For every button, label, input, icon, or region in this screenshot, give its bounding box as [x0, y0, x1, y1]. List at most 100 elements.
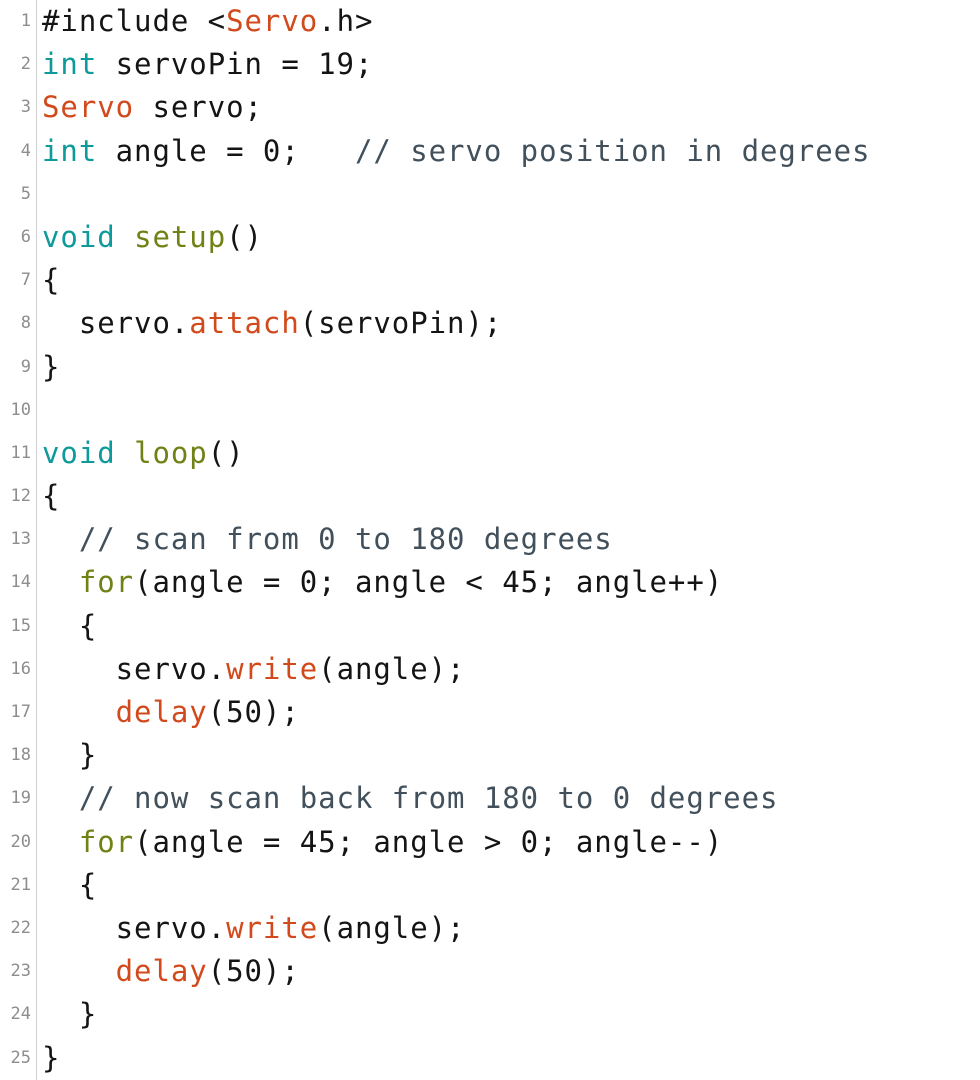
token-plain: (angle);: [318, 910, 466, 945]
code-line[interactable]: 15 {: [0, 605, 980, 648]
token-type: Servo: [226, 4, 319, 38]
line-code[interactable]: servo.write(angle);: [42, 907, 465, 950]
token-plain: servoPin = 19;: [97, 47, 374, 82]
token-plain: servo;: [134, 90, 263, 125]
token-call: attach: [189, 306, 300, 341]
code-line[interactable]: 7{: [0, 259, 980, 302]
line-code[interactable]: {: [42, 475, 60, 518]
line-code[interactable]: for(angle = 0; angle < 45; angle++): [42, 561, 723, 604]
token-call: delay: [115, 695, 208, 729]
token-plain: servo.: [42, 651, 227, 686]
line-code[interactable]: #include <Servo.h>: [42, 0, 373, 43]
line-code[interactable]: delay(50);: [42, 950, 300, 993]
token-plain: {: [42, 479, 61, 514]
token-plain: .h>: [318, 4, 374, 38]
line-number: 18: [10, 745, 31, 766]
line-code[interactable]: delay(50);: [42, 691, 300, 734]
line-number: 8: [20, 313, 31, 334]
token-plain: servo.: [42, 910, 227, 945]
code-line[interactable]: 23 delay(50);: [0, 950, 980, 993]
code-line[interactable]: 22 servo.write(angle);: [0, 907, 980, 950]
token-function: for: [78, 824, 135, 859]
line-code[interactable]: }: [42, 734, 97, 777]
code-line[interactable]: 3 Servo servo;: [0, 86, 980, 129]
code-line[interactable]: 6 void setup(): [0, 216, 980, 259]
code-line[interactable]: 25}: [0, 1037, 980, 1080]
line-number: 16: [10, 658, 31, 679]
line-number: 25: [10, 1047, 31, 1068]
token-plain: (): [207, 435, 245, 470]
code-line[interactable]: 10: [0, 389, 980, 432]
code-line[interactable]: 19 // now scan back from 180 to 0 degree…: [0, 777, 980, 820]
line-code[interactable]: void setup(): [42, 216, 263, 259]
code-line[interactable]: 12 {: [0, 475, 980, 518]
line-code[interactable]: int angle = 0; // servo position in degr…: [42, 130, 870, 173]
line-code[interactable]: servo.write(angle);: [42, 648, 465, 691]
line-code[interactable]: {: [42, 259, 60, 302]
line-code[interactable]: servo.attach(servoPin);: [42, 302, 502, 345]
line-code[interactable]: // now scan back from 180 to 0 degrees: [42, 777, 778, 820]
line-number: 17: [10, 702, 31, 722]
line-number: 9: [20, 356, 31, 377]
token-plain: (angle = 45; angle > 0; angle--): [134, 824, 724, 859]
line-code[interactable]: }: [42, 993, 97, 1036]
line-code[interactable]: {: [42, 605, 97, 648]
line-number: 24: [10, 1004, 31, 1025]
token-plain: }: [42, 1040, 61, 1075]
line-number: 15: [10, 615, 31, 636]
code-line[interactable]: 18 }: [0, 734, 980, 777]
line-number: 19: [10, 788, 31, 809]
token-plain: {: [42, 608, 98, 643]
line-number: 4: [20, 140, 31, 161]
line-number: 14: [10, 572, 31, 593]
line-code[interactable]: int servoPin = 19;: [42, 43, 373, 86]
code-line[interactable]: 2 int servoPin = 19;: [0, 43, 980, 86]
line-number: 2: [20, 54, 31, 75]
token-function: for: [78, 565, 135, 600]
line-code[interactable]: Servo servo;: [42, 86, 263, 129]
code-line[interactable]: 20 for(angle = 45; angle > 0; angle--): [0, 821, 980, 864]
code-editor[interactable]: 1 #include <Servo.h> 2 int servoPin = 19; 3 S…: [0, 0, 980, 1080]
code-line[interactable]: 13 // scan from 0 to 180 degrees: [0, 518, 980, 561]
token-keyword: int: [42, 47, 98, 82]
line-number: 10: [10, 399, 31, 420]
code-line[interactable]: 17 delay(50);: [0, 691, 980, 734]
line-number: 20: [10, 831, 31, 852]
line-code[interactable]: }: [42, 1037, 60, 1080]
code-content[interactable]: 1 #include <Servo.h> 2 int servoPin = 19; 3 S…: [0, 0, 980, 1080]
line-number: 21: [10, 874, 31, 895]
line-number: 7: [20, 270, 31, 291]
token-plain: (50);: [207, 954, 300, 989]
token-call: write: [226, 651, 319, 686]
line-code[interactable]: // scan from 0 to 180 degrees: [42, 518, 613, 561]
token-plain: angle = 0;: [97, 133, 355, 168]
line-number: 22: [10, 917, 31, 938]
code-line[interactable]: 5: [0, 173, 980, 216]
line-code[interactable]: void loop(): [42, 432, 245, 475]
code-line[interactable]: 11 void loop(): [0, 432, 980, 475]
token-comment: // now scan back from 180 to 0 degrees: [78, 781, 779, 816]
code-line[interactable]: 1 #include <Servo.h>: [0, 0, 980, 43]
token-plain: }: [42, 997, 98, 1032]
code-line[interactable]: 4 int angle = 0; // servo position in deg…: [0, 130, 980, 173]
line-code[interactable]: }: [42, 346, 60, 389]
code-line[interactable]: 9}: [0, 346, 980, 389]
line-number: 3: [20, 97, 31, 118]
code-line[interactable]: 24 }: [0, 993, 980, 1036]
code-line[interactable]: 14 for(angle = 0; angle < 45; angle++): [0, 561, 980, 604]
code-line[interactable]: 21 {: [0, 864, 980, 907]
code-line[interactable]: 16 servo.write(angle);: [0, 648, 980, 691]
token-comment: // servo position in degrees: [354, 133, 871, 168]
token-plain: {: [42, 867, 98, 902]
code-line[interactable]: 8 servo.attach(servoPin);: [0, 302, 980, 345]
token-call: delay: [115, 954, 208, 989]
line-code[interactable]: for(angle = 45; angle > 0; angle--): [42, 821, 723, 864]
line-code[interactable]: {: [42, 864, 97, 907]
